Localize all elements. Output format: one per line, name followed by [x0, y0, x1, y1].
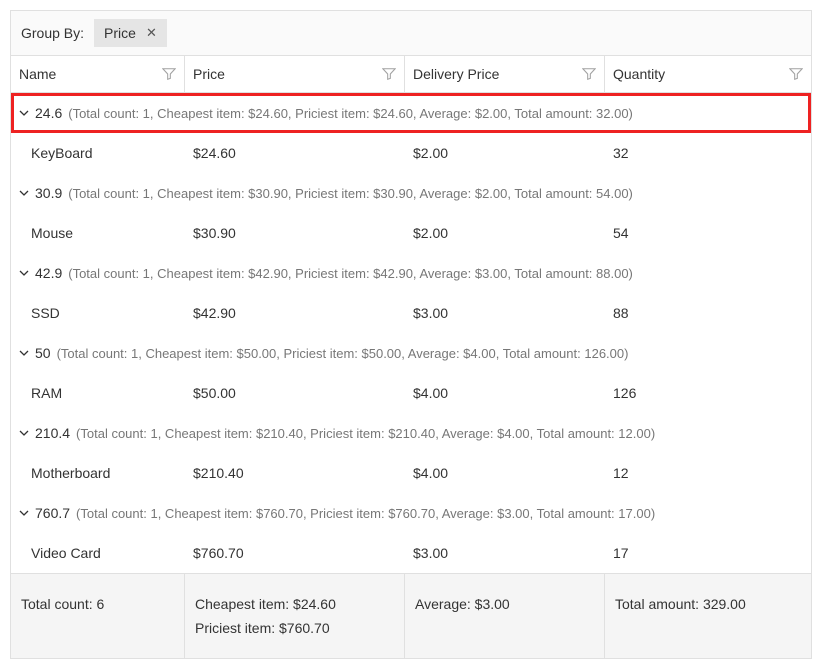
filter-icon[interactable]: [382, 67, 396, 81]
filter-icon[interactable]: [789, 67, 803, 81]
group-header[interactable]: 24.6 (Total count: 1, Cheapest item: $24…: [11, 93, 811, 133]
cell-price: $210.40: [185, 463, 405, 483]
groupby-bar: Group By: Price ✕: [11, 11, 811, 56]
cell-name: SSD: [11, 303, 185, 323]
group-value: 50: [35, 345, 51, 361]
close-icon[interactable]: ✕: [146, 25, 157, 41]
table-row[interactable]: Motherboard$210.40$4.0012: [11, 453, 811, 493]
table-row[interactable]: KeyBoard$24.60$2.0032: [11, 133, 811, 173]
group-summary: (Total count: 1, Cheapest item: $760.70,…: [76, 506, 655, 521]
chevron-down-icon: [19, 268, 29, 278]
cell-name: RAM: [11, 383, 185, 403]
cell-name: KeyBoard: [11, 143, 185, 163]
cell-price: $42.90: [185, 303, 405, 323]
cell-quantity: 12: [605, 463, 811, 483]
group-value: 42.9: [35, 265, 62, 281]
table-row[interactable]: Mouse$30.90$2.0054: [11, 213, 811, 253]
footer-priciest-text: Priciest item: $760.70: [195, 616, 394, 640]
cell-price: $50.00: [185, 383, 405, 403]
group-value: 24.6: [35, 105, 62, 121]
group-value: 210.4: [35, 425, 70, 441]
footer-total-count-text: Total count: 6: [21, 592, 174, 616]
footer-price-range: Cheapest item: $24.60 Priciest item: $76…: [185, 574, 405, 658]
column-headers: Name Price Delivery Price Quantity: [11, 56, 811, 93]
group-summary: (Total count: 1, Cheapest item: $30.90, …: [68, 186, 633, 201]
footer-total-amount-text: Total amount: 329.00: [615, 592, 801, 616]
data-grid: Group By: Price ✕ Name Price Delivery Pr…: [10, 10, 812, 659]
group-header[interactable]: 50 (Total count: 1, Cheapest item: $50.0…: [11, 333, 811, 373]
group-value: 760.7: [35, 505, 70, 521]
footer-total-count: Total count: 6: [11, 574, 185, 658]
footer-average: Average: $3.00: [405, 574, 605, 658]
cell-delivery: $3.00: [405, 543, 605, 563]
cell-quantity: 32: [605, 143, 811, 163]
chevron-down-icon: [19, 108, 29, 118]
group-summary: (Total count: 1, Cheapest item: $24.60, …: [68, 106, 633, 121]
cell-price: $30.90: [185, 223, 405, 243]
footer-row: Total count: 6 Cheapest item: $24.60 Pri…: [11, 573, 811, 658]
cell-delivery: $2.00: [405, 223, 605, 243]
cell-delivery: $2.00: [405, 143, 605, 163]
groupby-chip-label: Price: [104, 25, 136, 41]
table-row[interactable]: SSD$42.90$3.0088: [11, 293, 811, 333]
cell-name: Video Card: [11, 543, 185, 563]
header-price-label: Price: [193, 66, 225, 82]
groupby-label: Group By:: [21, 25, 84, 41]
group-header[interactable]: 42.9 (Total count: 1, Cheapest item: $42…: [11, 253, 811, 293]
footer-average-text: Average: $3.00: [415, 592, 594, 616]
chevron-down-icon: [19, 508, 29, 518]
footer-total-amount: Total amount: 329.00: [605, 574, 811, 658]
header-quantity[interactable]: Quantity: [605, 56, 811, 92]
filter-icon[interactable]: [582, 67, 596, 81]
cell-quantity: 17: [605, 543, 811, 563]
header-delivery-label: Delivery Price: [413, 66, 499, 82]
chevron-down-icon: [19, 188, 29, 198]
filter-icon[interactable]: [162, 67, 176, 81]
header-name[interactable]: Name: [11, 56, 185, 92]
cell-quantity: 54: [605, 223, 811, 243]
group-value: 30.9: [35, 185, 62, 201]
groupby-chip[interactable]: Price ✕: [94, 19, 167, 47]
groups-container: 24.6 (Total count: 1, Cheapest item: $24…: [11, 93, 811, 573]
header-price[interactable]: Price: [185, 56, 405, 92]
group-summary: (Total count: 1, Cheapest item: $210.40,…: [76, 426, 655, 441]
header-name-label: Name: [19, 66, 56, 82]
cell-delivery: $3.00: [405, 303, 605, 323]
cell-name: Mouse: [11, 223, 185, 243]
group-header[interactable]: 30.9 (Total count: 1, Cheapest item: $30…: [11, 173, 811, 213]
chevron-down-icon: [19, 348, 29, 358]
table-row[interactable]: Video Card$760.70$3.0017: [11, 533, 811, 573]
cell-quantity: 88: [605, 303, 811, 323]
header-quantity-label: Quantity: [613, 66, 665, 82]
group-header[interactable]: 760.7 (Total count: 1, Cheapest item: $7…: [11, 493, 811, 533]
cell-price: $24.60: [185, 143, 405, 163]
group-summary: (Total count: 1, Cheapest item: $42.90, …: [68, 266, 633, 281]
table-row[interactable]: RAM$50.00$4.00126: [11, 373, 811, 413]
group-header[interactable]: 210.4 (Total count: 1, Cheapest item: $2…: [11, 413, 811, 453]
chevron-down-icon: [19, 428, 29, 438]
cell-quantity: 126: [605, 383, 811, 403]
header-delivery[interactable]: Delivery Price: [405, 56, 605, 92]
footer-cheapest-text: Cheapest item: $24.60: [195, 592, 394, 616]
cell-price: $760.70: [185, 543, 405, 563]
cell-delivery: $4.00: [405, 383, 605, 403]
cell-name: Motherboard: [11, 463, 185, 483]
cell-delivery: $4.00: [405, 463, 605, 483]
group-summary: (Total count: 1, Cheapest item: $50.00, …: [57, 346, 629, 361]
